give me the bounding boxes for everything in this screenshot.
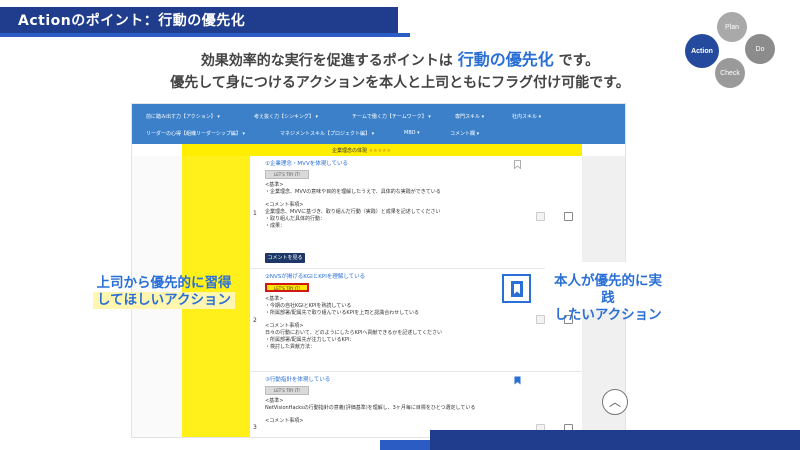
page-title: Actionのポイント：行動の優先化 [18, 13, 246, 29]
chevron-up-icon[interactable]: ︿ [602, 389, 628, 415]
table-row: 1 ①企業理念・MVVを体現している LET'S TRY IT! <基準> ・企… [250, 156, 582, 269]
nav-item-thinking[interactable]: 考え抜く力【シンキング】 [254, 113, 318, 120]
nav-item-specialty[interactable]: 専門スキル [455, 113, 484, 120]
callout-right-line-1: 本人が優先的に実践 [554, 273, 662, 306]
headline-line-2: 優先して身につけるアクションを本人と上司ともにフラグ付け可能です。 [170, 75, 630, 91]
self-checkbox[interactable] [564, 212, 573, 221]
self-priority-callout: 本人が優先的に実践 したいアクション [548, 273, 668, 324]
category-nav: 前に踏み出す力【アクション】 考え抜く力【シンキング】 チームで働く力【チームワ… [132, 104, 625, 144]
nav-item-leadership[interactable]: リーダーの心得【組織リーダーシップ編】 [146, 130, 245, 137]
supervisor-priority-callout: 上司から優先的に習得 してほしいアクション [84, 275, 244, 309]
row-number: 3 [253, 424, 257, 431]
footer-stripe-dark [430, 430, 800, 450]
supervisor-checkbox[interactable] [536, 212, 545, 221]
band-label: 企業理念の体現 [332, 148, 368, 154]
try-it-button[interactable]: LET'S TRY IT! [265, 386, 309, 395]
row-title: ①企業理念・MVVを体現している [265, 161, 349, 167]
headline-accent: 行動の優先化 [457, 50, 554, 69]
try-it-button-highlighted[interactable]: LET'S TRY IT! [265, 283, 309, 292]
nav-item-teamwork[interactable]: チームで働く力【チームワーク】 [352, 113, 431, 120]
nav-item-management[interactable]: マネジメントスキル【プロジェクト編】 [280, 130, 374, 137]
cycle-plan: Plan [717, 12, 747, 42]
table-row: 2 ②NVSが掲げるKGIとKPIを理解している LET'S TRY IT! <… [250, 269, 582, 372]
nav-item-action[interactable]: 前に踏み出す力【アクション】 [146, 113, 220, 120]
callout-left-line-1: 上司から優先的に習得 [96, 275, 232, 291]
row-description: <基準> ・企業理念、MVVの意味や目的を理解したうえで、具体的な実践ができてい… [265, 182, 441, 229]
bookmark-filled-icon[interactable] [514, 376, 521, 385]
row-number: 2 [253, 317, 257, 324]
row-description: <基準> ・今期の自社KGIとKPIを熟読している ・所属部署/配属先で取り組ん… [265, 296, 442, 350]
self-bookmark-icon [502, 274, 531, 303]
table-row: 3 ③行動指針を体現している LET'S TRY IT! <基準> NetVis… [250, 372, 582, 437]
bookmark-outline-icon[interactable] [514, 160, 521, 169]
row-description: <基準> NetVisionHacksの行動指針の意義(評価基準)を理解し、3ヶ… [265, 398, 476, 425]
bookmark-icon [511, 281, 523, 297]
nav-item-internal[interactable]: 社内スキル [512, 113, 541, 120]
callout-right-line-2: したいアクション [554, 307, 662, 323]
row-title: ③行動指針を体現している [265, 377, 331, 383]
row-title: ②NVSが掲げるKGIとKPIを理解している [265, 274, 366, 280]
nav-item-comments[interactable]: コメント欄 [450, 130, 479, 137]
headline-prefix: 効果効率的な実行を促進するポイントは [200, 53, 453, 69]
try-it-button[interactable]: LET'S TRY IT! [265, 170, 309, 179]
view-comment-button[interactable]: コメントを見る [265, 253, 305, 263]
star-rating: ★★★★★ [368, 148, 392, 154]
nav-item-mbo[interactable]: MBO [404, 130, 420, 136]
headline-line-1: 効果効率的な実行を促進するポイントは 行動の優先化 です。 [0, 46, 800, 70]
row-number: 1 [253, 210, 257, 217]
callout-left-line-2: してほしいアクション [93, 292, 235, 309]
title-banner-underline [0, 33, 410, 37]
supervisor-checkbox[interactable] [536, 315, 545, 324]
category-band-label: 企業理念の体現 ★★★★★ [332, 147, 391, 154]
headline-suffix: です。 [558, 53, 600, 69]
